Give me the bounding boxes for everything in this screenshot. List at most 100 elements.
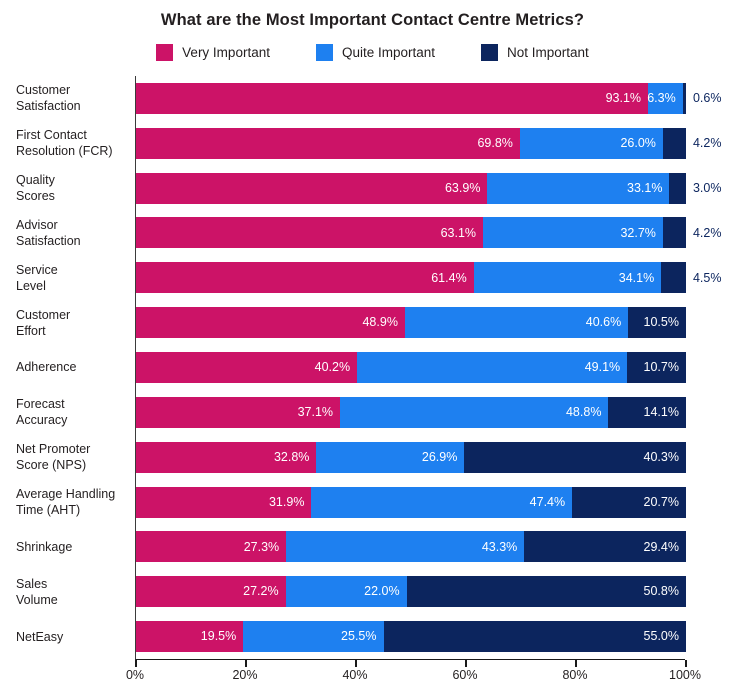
x-axis-tick: [245, 660, 247, 667]
bar-value-label: 49.1%: [584, 360, 621, 375]
bar-row: 63.1% 32.7% 4.2%: [136, 211, 721, 256]
bar-segment[interactable]: 49.1%: [357, 351, 628, 383]
bar-row: 48.9% 40.6% 10.5%: [136, 300, 686, 345]
bar-value-label: 33.1%: [627, 180, 663, 195]
stacked-bar[interactable]: 27.2% 22.0% 50.8%: [136, 576, 686, 608]
bar-value-label: 40.6%: [585, 315, 622, 330]
stacked-bar[interactable]: 27.3% 43.3% 29.4%: [136, 531, 686, 563]
x-axis-tick: [685, 660, 687, 667]
x-axis-tick-label: 0%: [125, 668, 145, 682]
bar-segment[interactable]: 33.1%: [487, 172, 670, 204]
legend-item-0[interactable]: Very Important: [156, 44, 270, 61]
bar-segment[interactable]: 40.6%: [404, 307, 629, 339]
bar-segment[interactable]: 55.0%: [383, 621, 686, 653]
stacked-bar[interactable]: 19.5% 25.5% 55.0%: [136, 621, 686, 653]
bar-segment[interactable]: 29.4%: [524, 531, 686, 563]
bar-segment[interactable]: 6.3%: [647, 82, 683, 114]
stacked-bar[interactable]: 32.8% 26.9% 40.3%: [136, 441, 686, 473]
stacked-bar[interactable]: 63.9% 33.1% 3.0%: [136, 172, 721, 204]
bar-segment[interactable]: 0.6%: [682, 82, 721, 114]
category-label-text: Quality Scores: [16, 173, 55, 204]
bar-value-label: 20.7%: [643, 494, 679, 509]
bar-segment[interactable]: 43.3%: [286, 531, 525, 563]
bar-segment[interactable]: 26.0%: [519, 127, 663, 159]
category-label: Quality Scores: [0, 166, 125, 211]
bar-segment[interactable]: 32.7%: [483, 217, 663, 249]
bar-segment[interactable]: 31.9%: [136, 486, 312, 518]
bar-segment[interactable]: 47.4%: [311, 486, 573, 518]
bar-value-label: 3.0%: [692, 180, 722, 195]
bar-segment[interactable]: 22.0%: [285, 576, 407, 608]
category-label: Net Promoter Score (NPS): [0, 435, 125, 480]
bar-value-label: 31.9%: [268, 494, 305, 509]
bar-segment[interactable]: 48.8%: [340, 396, 609, 428]
bar-segment[interactable]: 32.8%: [136, 441, 317, 473]
bar-segment[interactable]: 48.9%: [136, 307, 405, 339]
stacked-bar[interactable]: 61.4% 34.1% 4.5%: [136, 262, 721, 294]
bar-segment[interactable]: 93.1%: [136, 82, 649, 114]
bar-segment[interactable]: 20.7%: [572, 486, 686, 518]
category-label: Customer Satisfaction: [0, 76, 125, 121]
bar-segment[interactable]: 19.5%: [136, 621, 244, 653]
bar-segment[interactable]: 4.2%: [662, 217, 721, 249]
bar-segment[interactable]: 25.5%: [243, 621, 384, 653]
bar-segment[interactable]: 69.8%: [136, 127, 520, 159]
bar-segment[interactable]: 3.0%: [669, 172, 721, 204]
stacked-bar[interactable]: 93.1% 6.3% 0.6%: [136, 82, 721, 114]
bar-segment[interactable]: 4.5%: [661, 262, 721, 294]
bar-value-label: 48.8%: [565, 405, 602, 420]
bar-value-label: 25.5%: [341, 629, 377, 644]
bar-segment[interactable]: 10.7%: [627, 351, 686, 383]
category-label-text: Customer Effort: [16, 307, 71, 338]
legend-item-1[interactable]: Quite Important: [315, 44, 435, 61]
bar-segment[interactable]: 4.2%: [662, 127, 721, 159]
category-label-text: Adherence: [16, 360, 77, 375]
category-axis-labels: Customer Satisfaction First Contact Resolut…: [0, 76, 125, 659]
bar-value-label: 10.7%: [643, 360, 679, 375]
bar-value-label: 37.1%: [297, 405, 334, 420]
x-axis-tick-label: 80%: [562, 668, 588, 682]
bar-segment[interactable]: 40.3%: [464, 441, 686, 473]
bar-segment[interactable]: 26.9%: [316, 441, 465, 473]
bar-segment[interactable]: 63.9%: [136, 172, 488, 204]
bar-value-label: 40.3%: [643, 449, 679, 464]
bar-segment[interactable]: 40.2%: [136, 351, 358, 383]
bar-value-label: 26.0%: [620, 136, 656, 151]
bar-segment[interactable]: 37.1%: [136, 396, 341, 428]
bar-value-label: 63.1%: [440, 225, 477, 240]
bar-value-label: 4.5%: [692, 270, 722, 285]
category-label-text: NetEasy: [16, 629, 64, 644]
category-label-text: First Contact Resolution (FCR): [16, 128, 113, 159]
bar-segment[interactable]: 27.2%: [136, 576, 286, 608]
bar-segment[interactable]: 27.3%: [136, 531, 287, 563]
bar-segment[interactable]: 10.5%: [628, 307, 686, 339]
bar-segment[interactable]: 14.1%: [608, 396, 686, 428]
stacked-bar[interactable]: 40.2% 49.1% 10.7%: [136, 351, 686, 383]
bar-value-label: 32.8%: [273, 449, 310, 464]
bar-segment[interactable]: 50.8%: [406, 576, 686, 608]
category-label: NetEasy: [0, 614, 125, 659]
category-label-text: Customer Satisfaction: [16, 83, 81, 114]
category-label-text: Shrinkage: [16, 539, 73, 554]
legend-swatch-icon: [481, 44, 499, 61]
category-label: Forecast Accuracy: [0, 390, 125, 435]
bar-value-label: 69.8%: [477, 136, 513, 151]
bar-segment[interactable]: 34.1%: [473, 262, 662, 294]
stacked-bar[interactable]: 69.8% 26.0% 4.2%: [136, 127, 721, 159]
stacked-bar[interactable]: 63.1% 32.7% 4.2%: [136, 217, 721, 249]
stacked-bar[interactable]: 31.9% 47.4% 20.7%: [136, 486, 686, 518]
stacked-bar-chart: What are the Most Important Contact Cent…: [0, 0, 745, 695]
stacked-bar[interactable]: 48.9% 40.6% 10.5%: [136, 307, 686, 339]
bar-segment[interactable]: 63.1%: [136, 217, 484, 249]
x-axis-labels: 0% 20% 40% 60% 80% 100%: [0, 668, 745, 690]
legend-item-2[interactable]: Not Important: [481, 44, 589, 61]
x-axis-ticks: [135, 660, 687, 667]
stacked-bar[interactable]: 37.1% 48.8% 14.1%: [136, 396, 686, 428]
category-label-text: Net Promoter Score (NPS): [16, 442, 91, 473]
bar-segment[interactable]: 61.4%: [136, 262, 474, 294]
x-axis-tick-label: 40%: [342, 668, 368, 682]
bar-row: 63.9% 33.1% 3.0%: [136, 166, 721, 211]
bar-value-label: 27.2%: [243, 584, 279, 599]
bar-value-label: 34.1%: [618, 270, 655, 285]
category-label-text: Advisor Satisfaction: [16, 217, 81, 248]
